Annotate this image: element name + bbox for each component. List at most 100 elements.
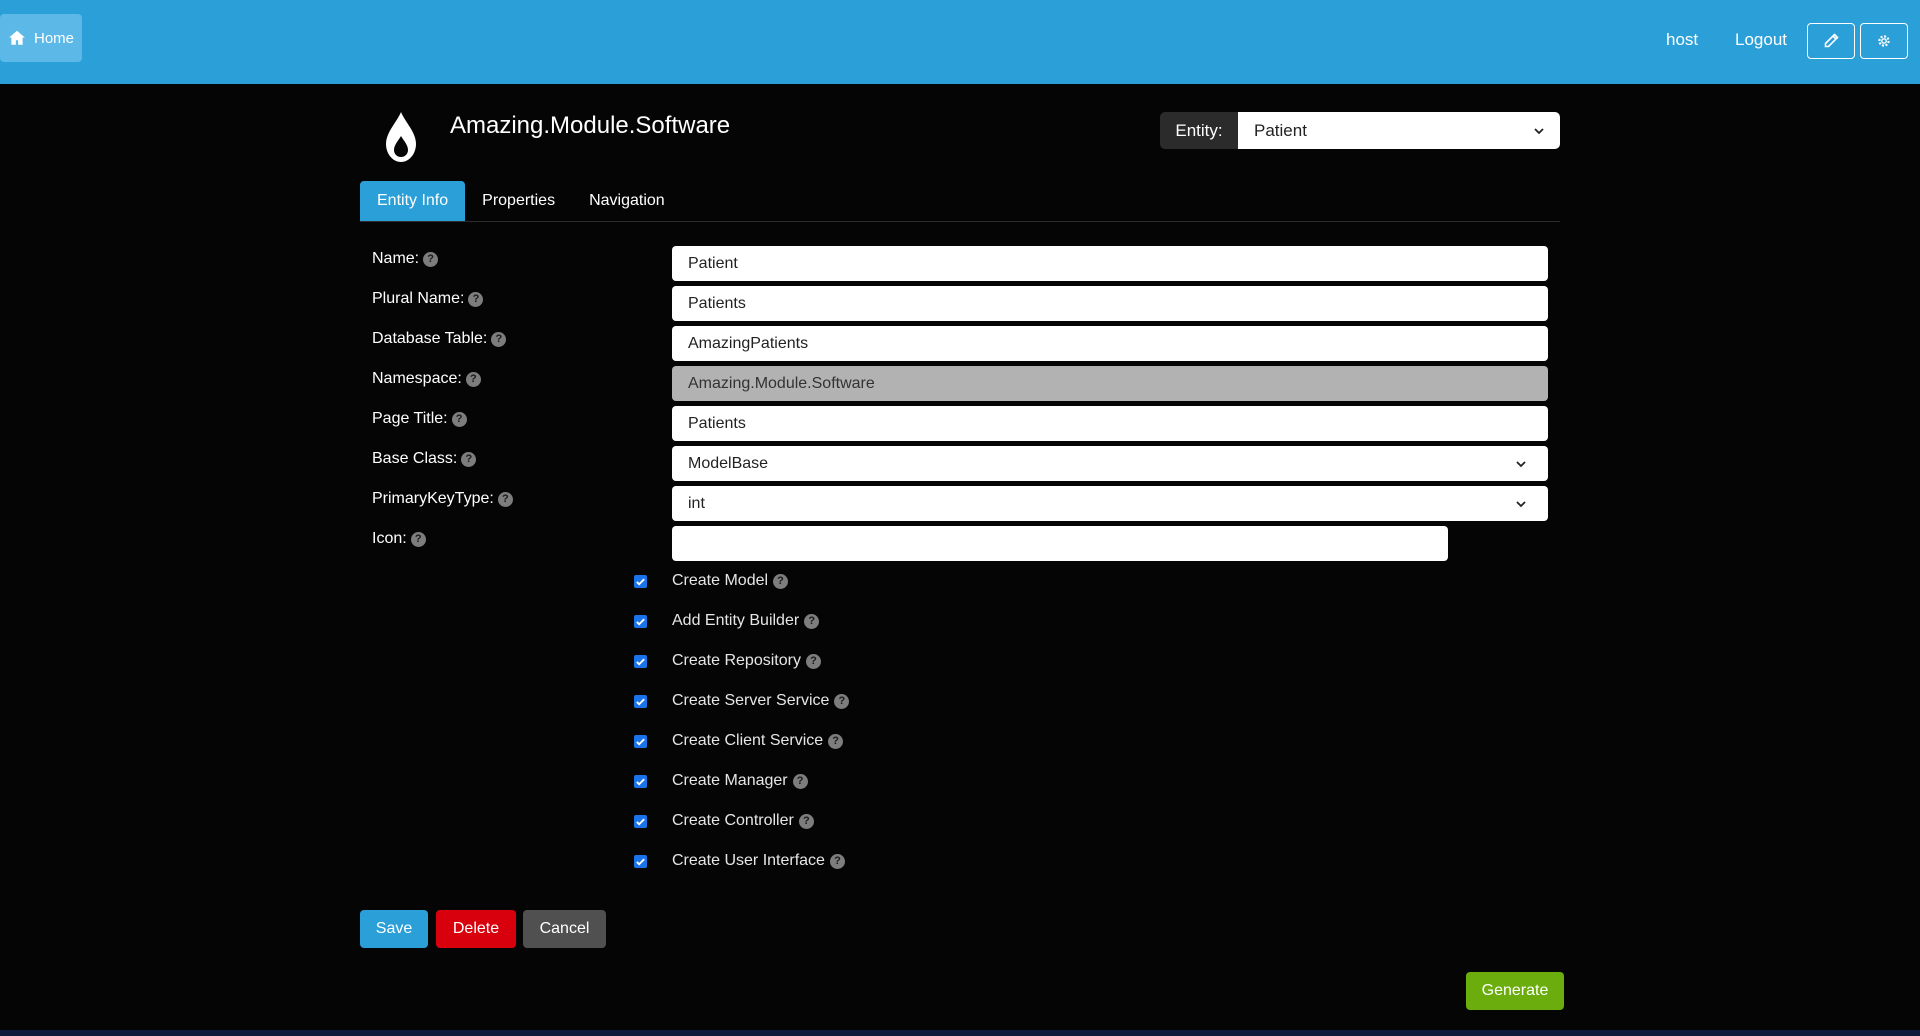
create-server-service-checkbox[interactable] xyxy=(634,694,647,708)
name-label-text: Name: xyxy=(372,250,420,267)
name-input-value: Patient xyxy=(688,254,738,272)
question-circle-icon[interactable]: ? xyxy=(834,693,850,709)
option-create-repository: Create Repository ? xyxy=(634,652,821,670)
name-label: Name: ? xyxy=(372,250,439,268)
user-link[interactable]: host xyxy=(1666,30,1698,50)
plural-name-input[interactable]: Patients xyxy=(672,286,1548,321)
option-create-client-service: Create Client Service ? xyxy=(634,732,844,750)
create-user-interface-label: Create User Interface xyxy=(672,852,825,869)
name-input[interactable]: Patient xyxy=(672,246,1548,281)
entity-picker: Entity: Patient xyxy=(1160,112,1560,149)
question-circle-icon[interactable]: ? xyxy=(491,331,507,347)
icon-label: Icon: ? xyxy=(372,530,426,548)
question-circle-icon[interactable]: ? xyxy=(497,491,513,507)
entity-select[interactable]: Patient xyxy=(1238,112,1560,149)
droplet-logo-icon xyxy=(386,112,416,162)
tab-properties[interactable]: Properties xyxy=(465,181,572,221)
check-icon xyxy=(636,738,645,746)
base-class-label: Base Class: ? xyxy=(372,450,477,468)
question-circle-icon[interactable]: ? xyxy=(773,573,789,589)
plural-name-input-value: Patients xyxy=(688,294,746,312)
question-circle-icon[interactable]: ? xyxy=(461,451,477,467)
primary-key-type-label-text: PrimaryKeyType: xyxy=(372,490,494,507)
question-circle-icon[interactable]: ? xyxy=(792,773,808,789)
create-user-interface-checkbox[interactable] xyxy=(634,854,647,868)
question-circle-icon[interactable]: ? xyxy=(829,853,845,869)
question-circle-icon[interactable]: ? xyxy=(468,291,484,307)
top-navbar: Home host Logout xyxy=(0,0,1920,84)
check-icon xyxy=(636,658,645,666)
question-circle-icon[interactable]: ? xyxy=(410,531,426,547)
option-create-user-interface: Create User Interface ? xyxy=(634,852,845,870)
create-repository-label: Create Repository xyxy=(672,652,801,669)
module-title: Amazing.Module.Software xyxy=(450,112,731,139)
option-create-manager: Create Manager ? xyxy=(634,772,808,790)
primary-key-type-select[interactable]: int xyxy=(672,486,1548,521)
check-icon xyxy=(636,778,645,786)
delete-button[interactable]: Delete xyxy=(436,910,516,948)
namespace-label: Namespace: ? xyxy=(372,370,481,388)
primary-key-type-select-value: int xyxy=(688,494,705,512)
cancel-button[interactable]: Cancel xyxy=(523,910,606,948)
icon-input[interactable] xyxy=(672,526,1448,561)
settings-button[interactable] xyxy=(1860,23,1908,59)
option-create-model: Create Model ? xyxy=(634,572,789,590)
tab-entity-info[interactable]: Entity Info xyxy=(360,181,466,221)
create-controller-checkbox[interactable] xyxy=(634,814,647,828)
option-add-entity-builder: Add Entity Builder ? xyxy=(634,612,820,630)
create-client-service-label: Create Client Service xyxy=(672,732,824,749)
question-circle-icon[interactable]: ? xyxy=(451,411,467,427)
tab-navigation[interactable]: Navigation xyxy=(572,181,682,221)
question-circle-icon[interactable]: ? xyxy=(465,371,481,387)
page-title-input-value: Patients xyxy=(688,414,746,432)
base-class-label-text: Base Class: xyxy=(372,450,458,467)
create-manager-checkbox[interactable] xyxy=(634,774,647,788)
entity-picker-label: Entity: xyxy=(1160,112,1238,149)
namespace-input-value: Amazing.Module.Software xyxy=(688,374,875,392)
database-table-input-value: AmazingPatients xyxy=(688,334,809,352)
namespace-label-text: Namespace: xyxy=(372,370,462,387)
question-circle-icon[interactable]: ? xyxy=(828,733,844,749)
page-title-label: Page Title: ? xyxy=(372,410,467,428)
check-icon xyxy=(636,618,645,626)
logout-link[interactable]: Logout xyxy=(1735,30,1787,50)
chevron-down-icon xyxy=(1534,127,1544,134)
chevron-down-icon xyxy=(1516,460,1526,467)
pencil-icon xyxy=(1824,33,1839,48)
page-title-input[interactable]: Patients xyxy=(672,406,1548,441)
entity-select-value: Patient xyxy=(1254,120,1307,140)
question-circle-icon[interactable]: ? xyxy=(423,251,439,267)
home-label: Home xyxy=(33,29,74,47)
edit-mode-button[interactable] xyxy=(1807,23,1855,59)
page-title-label-text: Page Title: xyxy=(372,410,448,427)
create-repository-checkbox[interactable] xyxy=(634,654,647,668)
question-circle-icon[interactable]: ? xyxy=(798,813,814,829)
save-button[interactable]: Save xyxy=(360,910,428,948)
check-icon xyxy=(636,698,645,706)
primary-key-type-label: PrimaryKeyType: ? xyxy=(372,490,513,508)
bottom-edge xyxy=(0,1030,1920,1036)
create-client-service-checkbox[interactable] xyxy=(634,734,647,748)
create-server-service-label: Create Server Service xyxy=(672,692,830,709)
question-circle-icon[interactable]: ? xyxy=(805,653,821,669)
database-table-input[interactable]: AmazingPatients xyxy=(672,326,1548,361)
generate-button[interactable]: Generate xyxy=(1466,972,1564,1010)
create-model-checkbox[interactable] xyxy=(634,574,647,588)
chevron-down-icon xyxy=(1516,500,1526,507)
namespace-input: Amazing.Module.Software xyxy=(672,366,1548,401)
plural-name-label-text: Plural Name: xyxy=(372,290,465,307)
base-class-select[interactable]: ModelBase xyxy=(672,446,1548,481)
create-model-label: Create Model xyxy=(672,572,769,589)
create-controller-label: Create Controller xyxy=(672,812,794,829)
add-entity-builder-label: Add Entity Builder xyxy=(672,612,800,629)
check-icon xyxy=(636,858,645,866)
check-icon xyxy=(636,578,645,586)
question-circle-icon[interactable]: ? xyxy=(804,613,820,629)
check-icon xyxy=(636,818,645,826)
database-table-label: Database Table: ? xyxy=(372,330,507,348)
tab-bar: Entity Info Properties Navigation xyxy=(360,181,1560,222)
add-entity-builder-checkbox[interactable] xyxy=(634,614,647,628)
database-table-label-text: Database Table: xyxy=(372,330,488,347)
home-button[interactable]: Home xyxy=(0,14,82,62)
gear-icon xyxy=(1878,35,1890,47)
